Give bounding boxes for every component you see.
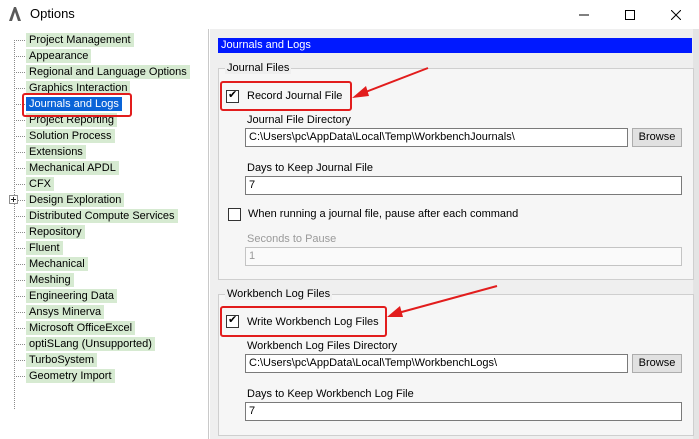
tree-item-optislang[interactable]: optiSLang (Unsupported) [14,336,204,352]
tree-item-label: Meshing [26,273,74,287]
tree-item-fluent[interactable]: Fluent [14,240,204,256]
journal-browse-button[interactable]: Browse [632,128,682,147]
log-directory-input[interactable]: C:\Users\pc\AppData\Local\Temp\Workbench… [245,354,628,373]
tree-item-label: TurboSystem [26,353,98,367]
tree-item-label: Engineering Data [26,289,118,303]
tree-item-label: Extensions [26,145,86,159]
tree-item-label: Regional and Language Options [26,65,190,79]
minimize-button[interactable] [561,0,607,29]
tree-item-distributed-compute[interactable]: Distributed Compute Services [14,208,204,224]
journal-directory-label: Journal File Directory [247,114,351,126]
highlight-box-journals-and-logs [22,93,132,117]
tree-item-label: Distributed Compute Services [26,209,178,223]
tree-item-label: Geometry Import [26,369,115,383]
tree-item-label: CFX [26,177,54,191]
tree-item-mechanical[interactable]: Mechanical [14,256,204,272]
tree-item-label: Repository [26,225,85,239]
tree-item-geometry-import[interactable]: Geometry Import [14,368,204,384]
tree-item-engineering-data[interactable]: Engineering Data [14,288,204,304]
expand-plus-icon[interactable] [9,195,18,204]
log-browse-button[interactable]: Browse [632,354,682,373]
tree-item-regional-language[interactable]: Regional and Language Options [14,64,204,80]
log-days-label: Days to Keep Workbench Log File [247,388,414,400]
tree-item-turbosystem[interactable]: TurboSystem [14,352,204,368]
maximize-icon [625,9,635,20]
tree-item-cfx[interactable]: CFX [14,176,204,192]
journal-directory-input[interactable]: C:\Users\pc\AppData\Local\Temp\Workbench… [245,128,628,147]
log-directory-label: Workbench Log Files Directory [247,340,398,352]
tree-item-label: optiSLang (Unsupported) [26,337,155,351]
tree-item-ansys-minerva[interactable]: Ansys Minerva [14,304,204,320]
minimize-icon [579,14,589,15]
tree-item-appearance[interactable]: Appearance [14,48,204,64]
tree-item-mechanical-apdl[interactable]: Mechanical APDL [14,160,204,176]
close-button[interactable] [653,0,699,29]
tree-item-label: Solution Process [26,129,115,143]
tree-item-label: Ansys Minerva [26,305,105,319]
tree-item-label: Design Exploration [26,193,125,207]
log-days-input[interactable]: 7 [245,402,682,421]
log-files-group-title: Workbench Log Files [225,288,333,300]
title-bar: Options [0,0,699,29]
tree-item-label: Microsoft OfficeExcel [26,321,136,335]
tree-item-project-management[interactable]: Project Management [14,32,204,48]
options-tree[interactable]: Project Management Appearance Regional a… [0,29,209,439]
tree-item-label: Fluent [26,241,63,255]
tree-item-meshing[interactable]: Meshing [14,272,204,288]
tree-item-label: Project Management [26,33,134,47]
pause-after-command-label[interactable]: When running a journal file, pause after… [248,208,518,220]
ansys-logo-icon [9,7,21,21]
journal-days-label: Days to Keep Journal File [247,162,373,174]
tree-item-label: Mechanical APDL [26,161,119,175]
section-header: Journals and Logs [218,38,692,53]
tree-item-label: Mechanical [26,257,88,271]
tree-item-solution-process[interactable]: Solution Process [14,128,204,144]
seconds-to-pause-label: Seconds to Pause [247,233,337,245]
highlight-box-record-journal [220,81,352,111]
tree-item-label: Appearance [26,49,92,63]
tree-item-extensions[interactable]: Extensions [14,144,204,160]
tree-item-design-exploration[interactable]: Design Exploration [9,192,204,208]
pause-after-command-checkbox[interactable] [228,208,241,221]
highlight-box-write-log [220,306,387,337]
close-icon [671,9,681,20]
journal-days-input[interactable]: 7 [245,176,682,195]
tree-item-microsoft-office-excel[interactable]: Microsoft OfficeExcel [14,320,204,336]
maximize-button[interactable] [607,0,653,29]
journal-files-group-title: Journal Files [225,62,292,74]
seconds-to-pause-input: 1 [245,247,682,266]
window-title: Options [30,6,75,21]
tree-item-repository[interactable]: Repository [14,224,204,240]
